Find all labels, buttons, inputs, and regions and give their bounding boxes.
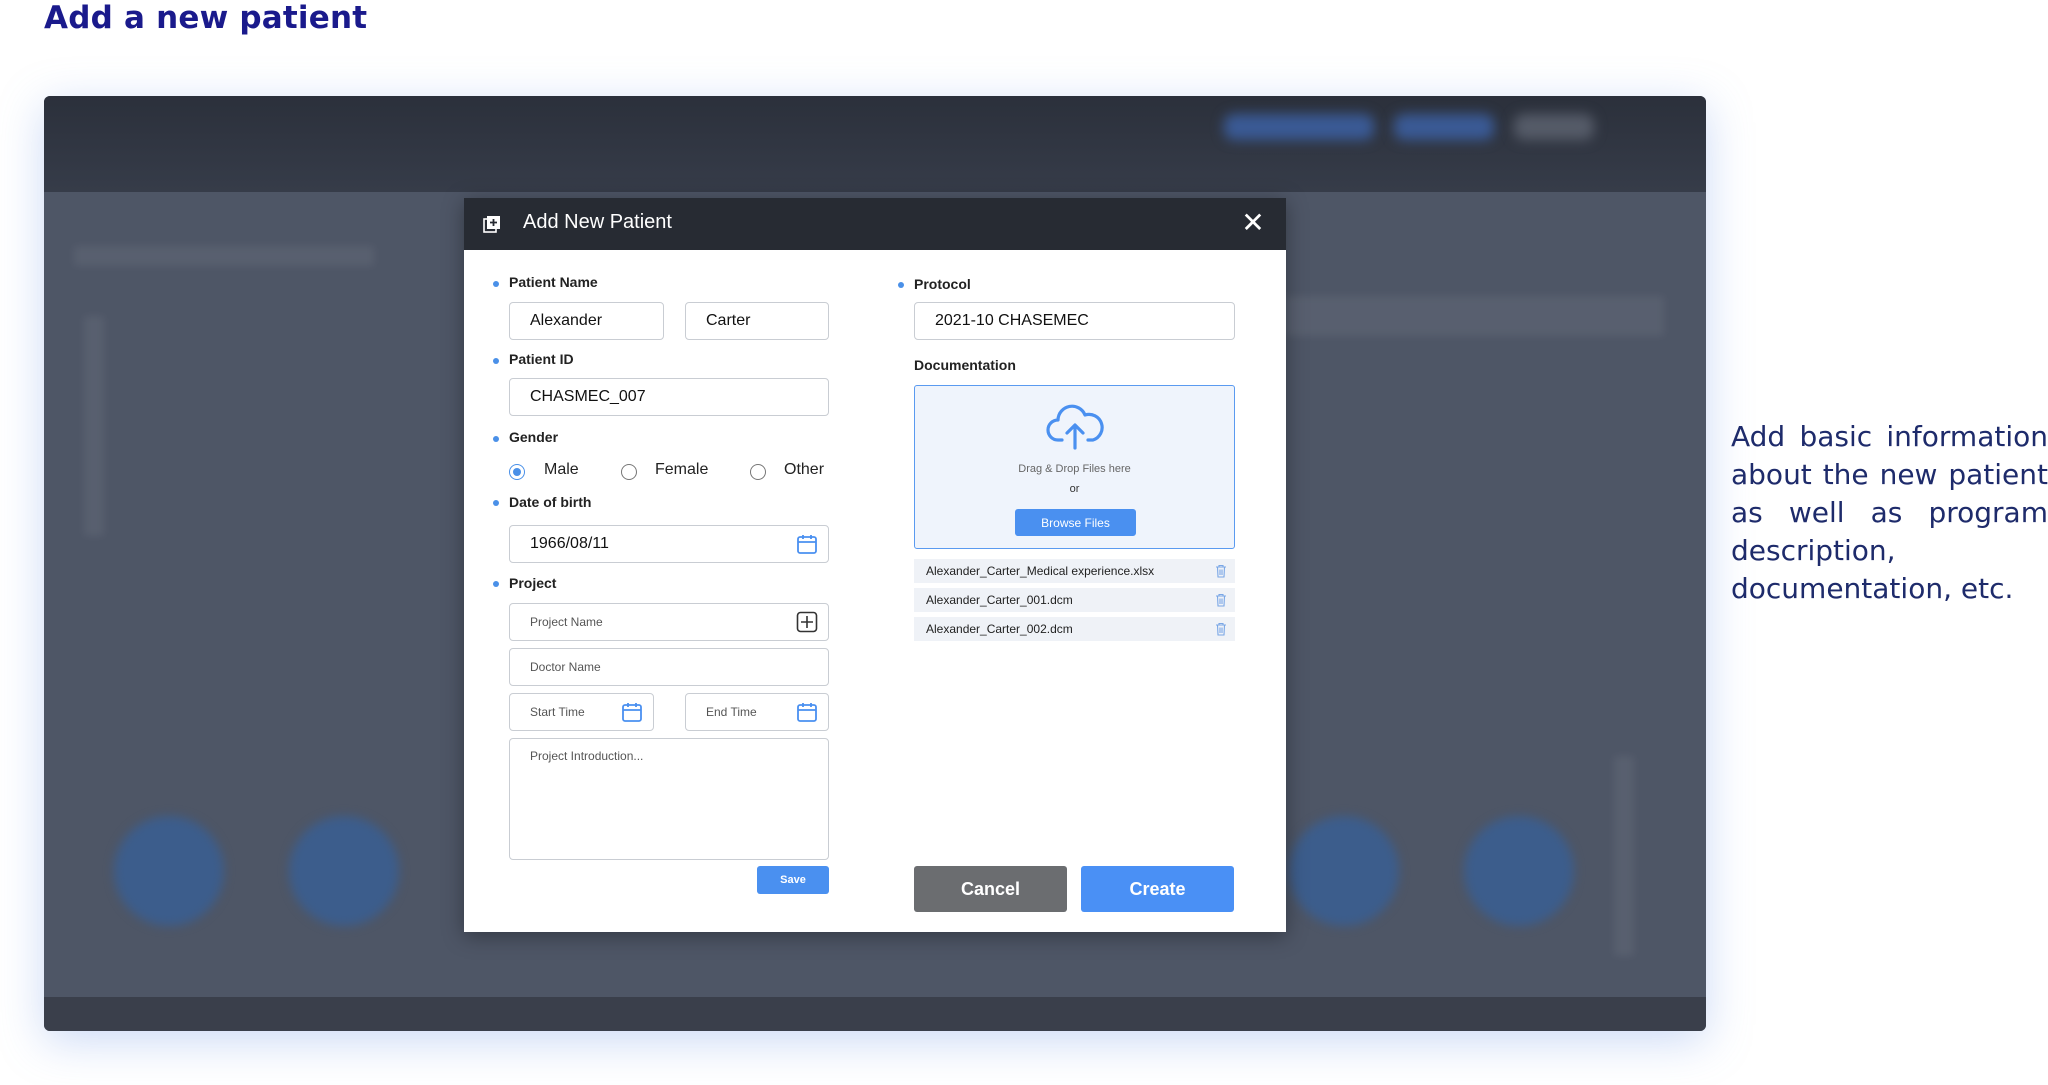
required-dot [493,500,499,506]
close-icon[interactable]: ✕ [1238,208,1268,238]
background-blur-shape [1614,756,1634,956]
background-blur-shape [114,816,224,926]
project-introduction-textarea[interactable]: Project Introduction... [509,738,829,860]
file-row: Alexander_Carter_Medical experience.xlsx [914,559,1235,583]
calendar-icon[interactable] [621,701,643,723]
background-topbar [44,96,1706,192]
background-blur-shape [1464,816,1574,926]
save-button[interactable]: Save [757,866,829,894]
required-dot [493,281,499,287]
cancel-button[interactable]: Cancel [914,866,1067,912]
required-dot [493,358,499,364]
gender-female-label: Female [655,461,709,478]
trash-icon[interactable] [1215,564,1227,578]
gender-label: Gender [509,429,559,445]
calendar-icon[interactable] [796,533,818,555]
browse-files-button[interactable]: Browse Files [1015,509,1136,536]
add-patient-modal: Add New Patient ✕ Patient Name Alexander… [464,198,1286,932]
required-dot [493,436,499,442]
background-bottombar [44,997,1706,1031]
documentation-label: Documentation [914,357,1016,373]
patient-name-label: Patient Name [509,274,598,290]
page-heading: Add a new patient [44,0,368,36]
project-label: Project [509,575,557,591]
description-note: Add basic information about the new pati… [1731,420,2048,605]
gender-male-label: Male [544,461,579,478]
background-blur-shape [1224,114,1374,140]
plus-box-icon[interactable] [796,611,818,633]
patient-id-input[interactable]: CHASMEC_007 [509,378,829,416]
create-button[interactable]: Create [1081,866,1234,912]
patient-id-label: Patient ID [509,351,574,367]
file-name: Alexander_Carter_002.dcm [926,622,1073,636]
background-blur-shape [1284,296,1664,336]
file-row: Alexander_Carter_001.dcm [914,588,1235,612]
drop-text: Drag & Drop Files here [1018,463,1131,475]
modal-title: Add New Patient [523,211,672,233]
last-name-input[interactable]: Carter [685,302,829,340]
file-dropzone[interactable]: Drag & Drop Files here or Browse Files [914,385,1235,549]
add-patient-icon [483,216,500,233]
doctor-name-input[interactable]: Doctor Name [509,648,829,686]
protocol-input[interactable]: 2021-10 CHASEMEC [914,302,1235,340]
background-blur-shape [84,316,104,536]
file-row: Alexander_Carter_002.dcm [914,617,1235,641]
cloud-upload-icon [1046,404,1104,450]
file-name: Alexander_Carter_001.dcm [926,593,1073,607]
gender-other-label: Other [784,461,825,478]
first-name-input[interactable]: Alexander [509,302,664,340]
or-text: or [1069,483,1080,495]
background-blur-shape [1514,114,1594,140]
dob-value: 1966/08/11 [530,535,609,552]
project-name-input[interactable]: Project Name [509,603,829,641]
background-blur-shape [289,816,399,926]
modal-header: Add New Patient ✕ [464,198,1286,250]
required-dot [493,581,499,587]
trash-icon[interactable] [1215,622,1227,636]
background-blur-shape [74,246,374,266]
required-dot [898,282,904,288]
gender-male-radio[interactable] [509,464,525,480]
file-name: Alexander_Carter_Medical experience.xlsx [926,564,1155,578]
gender-female-radio[interactable] [621,464,637,480]
background-blur-shape [1289,816,1399,926]
trash-icon[interactable] [1215,593,1227,607]
calendar-icon[interactable] [796,701,818,723]
gender-other-radio[interactable] [750,464,766,480]
protocol-label: Protocol [914,276,971,292]
background-blur-shape [1394,114,1494,140]
dob-label: Date of birth [509,494,592,510]
dob-input[interactable]: 1966/08/11 [509,525,829,563]
